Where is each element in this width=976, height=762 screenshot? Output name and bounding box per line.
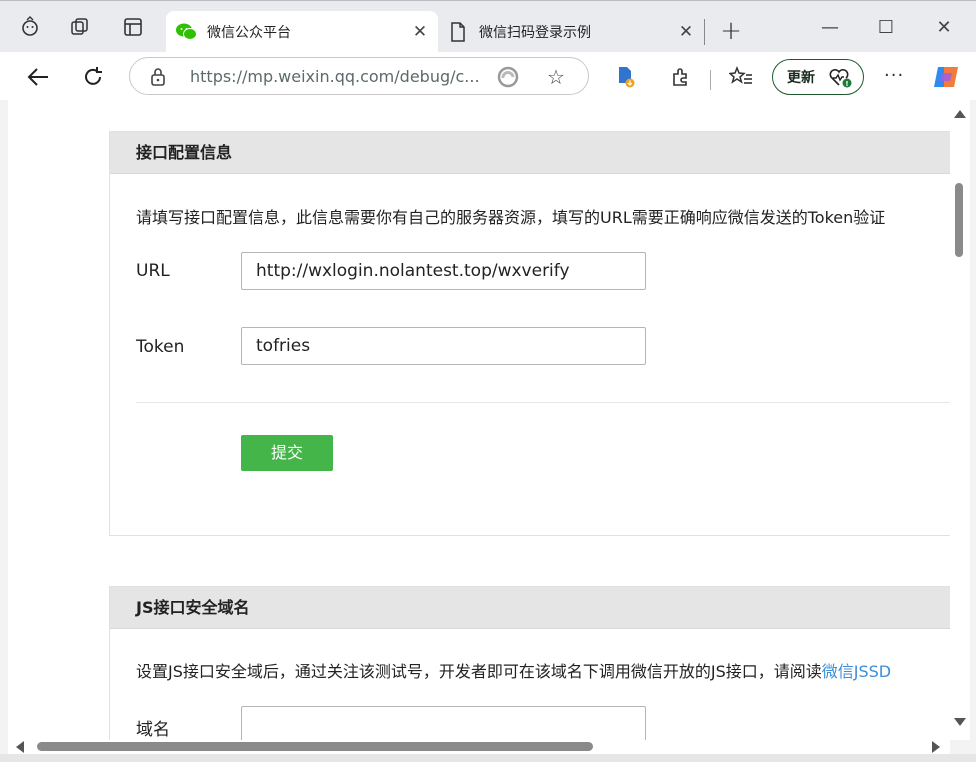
js-domain-title: JS接口安全域名 xyxy=(110,587,970,629)
horizontal-scroll-thumb[interactable] xyxy=(37,742,593,751)
tab-title: 微信公众平台 xyxy=(207,25,291,41)
api-config-description: 请填写接口配置信息，此信息需要你有自己的服务器资源，填写的URL需要正确响应微信… xyxy=(136,208,886,227)
api-config-title: 接口配置信息 xyxy=(110,132,970,174)
url-label: URL xyxy=(136,261,170,281)
edge-ai-icon[interactable] xyxy=(497,66,519,92)
back-button[interactable] xyxy=(22,61,54,93)
vertical-scrollbar[interactable] xyxy=(950,100,970,740)
favorite-star-icon[interactable]: ☆ xyxy=(547,65,565,89)
tab-wechat-platform[interactable]: 微信公众平台 ✕ xyxy=(166,11,438,53)
health-heart-icon: ! xyxy=(829,68,853,92)
domain-input[interactable] xyxy=(241,706,646,740)
svg-text:!: ! xyxy=(845,80,848,88)
domain-label: 域名 xyxy=(136,720,170,740)
workspaces-icon[interactable] xyxy=(68,15,92,39)
close-tab-icon[interactable]: ✕ xyxy=(406,18,434,46)
browser-toolbar: https://mp.weixin.qq.com/debug/c... ☆ 更新… xyxy=(0,52,976,100)
scroll-left-arrow-icon[interactable] xyxy=(16,741,24,753)
copilot-icon[interactable] xyxy=(932,63,960,91)
token-input[interactable] xyxy=(241,327,646,365)
vertical-scroll-thumb[interactable] xyxy=(955,183,963,257)
download-doc-icon[interactable] xyxy=(614,65,638,89)
close-tab-icon[interactable]: ✕ xyxy=(672,18,700,46)
more-menu-button[interactable]: ··· xyxy=(884,65,904,86)
tab-bar: 微信公众平台 ✕ 微信扫码登录示例 ✕ + — ☐ ✕ xyxy=(0,0,976,53)
wechat-icon xyxy=(175,21,197,43)
update-button[interactable]: 更新 ! xyxy=(772,59,864,95)
js-domain-description: 设置JS接口安全域后，通过关注该测试号，开发者即可在该域名下调用微信开放的JS接… xyxy=(136,658,891,682)
scroll-down-arrow-icon[interactable] xyxy=(954,718,966,726)
close-window-button[interactable]: ✕ xyxy=(922,11,966,43)
lock-icon[interactable] xyxy=(150,67,166,91)
profile-icon[interactable] xyxy=(18,15,42,39)
minimize-button[interactable]: — xyxy=(808,11,852,43)
scroll-right-arrow-icon[interactable] xyxy=(932,741,940,753)
jssdk-doc-link[interactable]: 微信JSSD xyxy=(822,662,891,681)
js-domain-description-text: 设置JS接口安全域后，通过关注该测试号，开发者即可在该域名下调用微信开放的JS接… xyxy=(136,662,822,681)
form-divider xyxy=(136,402,970,403)
tab-separator xyxy=(704,19,705,45)
token-label: Token xyxy=(136,337,185,357)
tab-wechat-login-demo[interactable]: 微信扫码登录示例 ✕ xyxy=(438,11,704,53)
refresh-button[interactable] xyxy=(77,61,109,93)
js-domain-panel: JS接口安全域名 设置JS接口安全域后，通过关注该测试号，开发者即可在该域名下调… xyxy=(109,586,970,740)
scroll-up-arrow-icon[interactable] xyxy=(954,110,966,118)
url-text[interactable]: https://mp.weixin.qq.com/debug/c... xyxy=(190,67,480,86)
new-tab-button[interactable]: + xyxy=(716,17,746,47)
horizontal-scrollbar[interactable] xyxy=(8,740,950,754)
maximize-button[interactable]: ☐ xyxy=(864,11,908,43)
favorites-list-icon[interactable] xyxy=(729,65,753,89)
address-bar[interactable]: https://mp.weixin.qq.com/debug/c... ☆ xyxy=(129,57,589,95)
document-icon xyxy=(447,21,469,43)
update-label: 更新 xyxy=(787,70,815,86)
page-viewport: 接口配置信息 请填写接口配置信息，此信息需要你有自己的服务器资源，填写的URL需… xyxy=(8,100,970,740)
url-input[interactable] xyxy=(241,252,646,290)
toolbar-separator xyxy=(710,70,711,90)
extensions-icon[interactable] xyxy=(669,65,693,89)
submit-button[interactable]: 提交 xyxy=(241,435,333,471)
window-bottom-edge xyxy=(0,754,976,762)
vertical-tabs-icon[interactable] xyxy=(121,15,145,39)
tab-title: 微信扫码登录示例 xyxy=(479,25,591,41)
api-config-panel: 接口配置信息 请填写接口配置信息，此信息需要你有自己的服务器资源，填写的URL需… xyxy=(109,131,970,536)
